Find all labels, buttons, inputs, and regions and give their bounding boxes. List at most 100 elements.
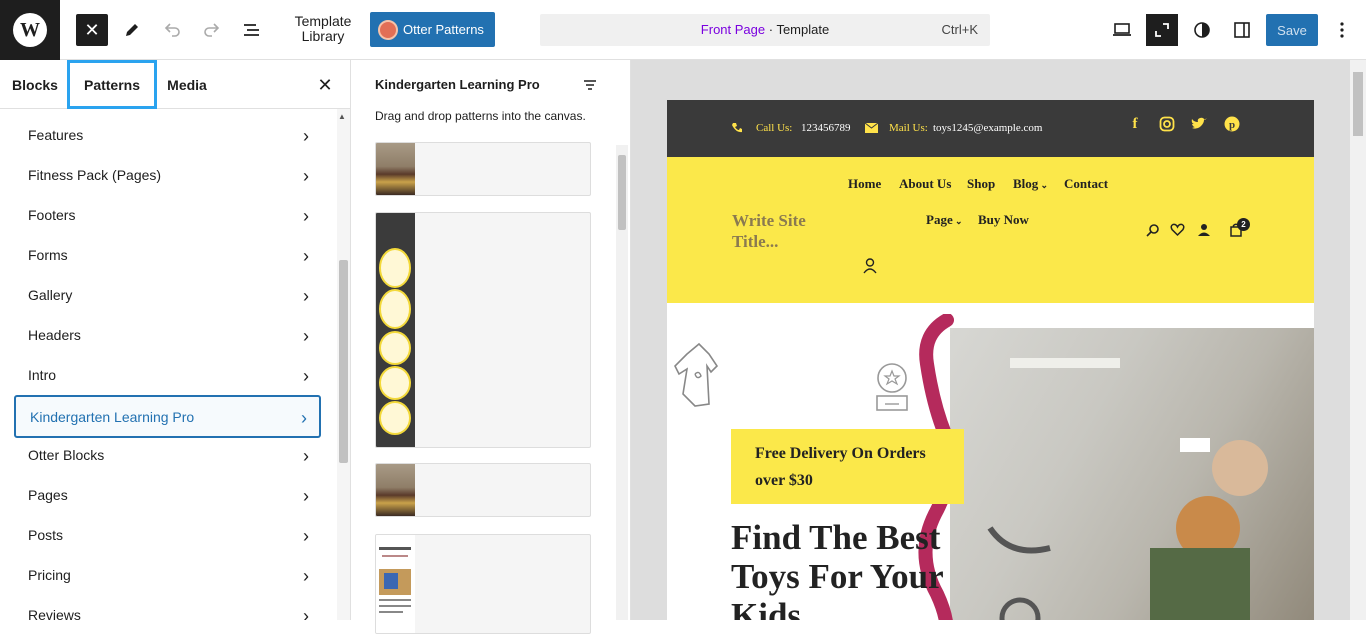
redo-button[interactable] (196, 14, 228, 46)
pattern-thumbnail (376, 213, 415, 447)
list-view-icon (244, 24, 259, 36)
document-title-type: Template (776, 22, 830, 37)
chevron-right-icon: › (303, 366, 309, 386)
desktop-view-button[interactable] (1106, 14, 1138, 46)
nav-page-label: Page (926, 212, 953, 227)
category-label: Reviews (28, 607, 81, 620)
nav-blog-label: Blog (1013, 176, 1039, 191)
category-item-selected[interactable]: Kindergarten Learning Pro › (14, 395, 321, 438)
chevron-right-icon: › (303, 606, 309, 620)
scroll-up-arrow-icon[interactable]: ▲ (338, 112, 346, 121)
category-label: Intro (28, 367, 57, 383)
category-label: Features (28, 127, 84, 143)
phone-icon (732, 123, 742, 133)
user-icon[interactable] (1197, 223, 1211, 237)
category-item[interactable]: Fitness Pack (Pages) › (14, 155, 321, 195)
category-item[interactable]: Features › (14, 115, 321, 155)
options-menu-button[interactable] (1326, 14, 1358, 46)
chevron-right-icon: › (303, 326, 309, 346)
wordpress-icon: W (13, 13, 47, 47)
template-library-button[interactable]: Template Library (290, 14, 356, 44)
pattern-thumbnail (376, 535, 415, 633)
category-label: Kindergarten Learning Pro (30, 408, 195, 425)
pattern-card[interactable] (375, 142, 591, 196)
chevron-right-icon: › (303, 526, 309, 546)
instagram-icon[interactable] (1159, 116, 1175, 132)
canvas-scrollbar-thumb[interactable] (1353, 72, 1363, 136)
chevron-right-icon: › (303, 206, 309, 226)
hero-heading[interactable]: Find The Best Toys For Your Kids (731, 518, 971, 620)
category-item[interactable]: Forms › (14, 235, 321, 275)
cart-count-badge: 2 (1237, 218, 1250, 231)
document-overview-button[interactable] (236, 14, 268, 46)
site-preview: Call Us: 123456789 Mail Us: toys1245@exa… (667, 100, 1314, 620)
category-item[interactable]: Posts › (14, 515, 321, 555)
pencil-icon (126, 24, 138, 36)
filter-button[interactable] (579, 74, 601, 96)
styles-button[interactable] (1186, 14, 1218, 46)
twitter-icon[interactable] (1191, 117, 1208, 131)
category-item[interactable]: Otter Blocks › (14, 435, 321, 475)
undo-button[interactable] (156, 14, 188, 46)
category-item[interactable]: Gallery › (14, 275, 321, 315)
settings-sidebar-button[interactable] (1226, 14, 1258, 46)
chevron-down-icon: ⌄ (952, 216, 963, 226)
close-inserter-panel-button[interactable]: ✕ (312, 72, 338, 98)
site-title[interactable]: Write Site Title... (732, 210, 842, 252)
nav-blog[interactable]: Blog ⌄ (1013, 176, 1048, 192)
baby-onesie-icon (674, 342, 719, 407)
zoom-out-icon (1155, 23, 1169, 37)
save-button[interactable]: Save (1266, 14, 1318, 46)
hero-image (950, 328, 1314, 620)
edit-tool-button[interactable] (116, 14, 148, 46)
patterns-panel-title: Kindergarten Learning Pro (375, 77, 540, 92)
music-box-icon (876, 363, 908, 411)
chevron-right-icon: › (303, 446, 309, 466)
patterns-scrollbar-thumb[interactable] (618, 155, 626, 230)
category-scrollbar-thumb[interactable] (339, 260, 348, 463)
otter-patterns-button[interactable]: Otter Patterns (370, 12, 495, 47)
nav-buy-now[interactable]: Buy Now (978, 212, 1029, 228)
command-palette-bar[interactable]: Front Page · Template Ctrl+K (540, 14, 990, 46)
call-value: 123456789 (801, 122, 851, 134)
pattern-card[interactable] (375, 534, 591, 634)
tab-media[interactable]: Media (157, 60, 217, 109)
nav-about[interactable]: About Us (899, 176, 951, 192)
editor-canvas[interactable]: Call Us: 123456789 Mail Us: toys1245@exa… (631, 60, 1366, 620)
pinterest-icon[interactable]: p (1224, 116, 1240, 132)
mail-value: toys1245@example.com (933, 122, 1043, 134)
heart-icon[interactable] (1170, 223, 1185, 237)
redo-icon (204, 23, 220, 37)
patterns-panel-description: Drag and drop patterns into the canvas. (375, 109, 586, 123)
search-icon[interactable] (1146, 223, 1160, 237)
pattern-card[interactable] (375, 463, 591, 517)
mail-icon (865, 123, 878, 133)
inserter-tabs: Blocks Patterns Media ✕ (0, 60, 350, 109)
chevron-right-icon: › (303, 286, 309, 306)
pattern-card[interactable] (375, 212, 591, 448)
canvas-scrollbar[interactable] (1350, 60, 1366, 620)
promo-banner[interactable]: Free Delivery On Orders over $30 (731, 429, 964, 504)
close-inserter-button[interactable]: ✕ (76, 14, 108, 46)
category-item[interactable]: Pricing › (14, 555, 321, 595)
category-item[interactable]: Reviews › (14, 595, 321, 620)
tab-blocks[interactable]: Blocks (0, 60, 70, 109)
tab-patterns[interactable]: Patterns (67, 60, 157, 109)
nav-page[interactable]: Page ⌄ (926, 212, 963, 228)
category-item[interactable]: Intro › (14, 355, 321, 395)
facebook-icon[interactable]: f (1125, 116, 1145, 136)
category-item[interactable]: Footers › (14, 195, 321, 235)
category-item[interactable]: Headers › (14, 315, 321, 355)
wordpress-logo[interactable]: W (0, 0, 60, 60)
close-icon: ✕ (84, 19, 100, 40)
nav-contact[interactable]: Contact (1064, 176, 1108, 192)
nav-home[interactable]: Home (848, 176, 881, 192)
site-header: Home About Us Shop Blog ⌄ Contact Write … (667, 157, 1314, 303)
inserter-sidebar: Blocks Patterns Media ✕ Features › Fitnes… (0, 60, 351, 620)
account-icon[interactable] (863, 258, 877, 274)
nav-shop[interactable]: Shop (967, 176, 995, 192)
zoom-out-button[interactable] (1146, 14, 1178, 46)
category-item[interactable]: Pages › (14, 475, 321, 515)
sidebar-icon (1234, 22, 1250, 38)
pattern-thumbnail (376, 143, 415, 195)
